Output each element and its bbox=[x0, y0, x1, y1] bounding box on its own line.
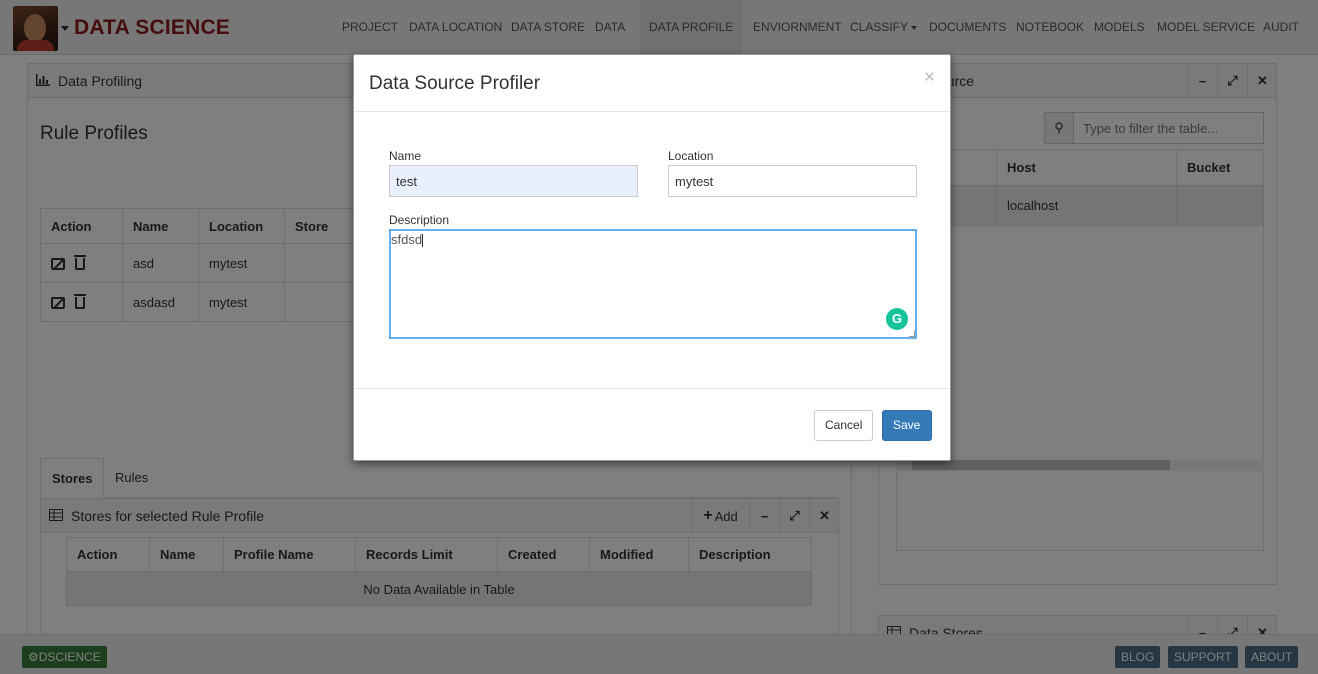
description-label: Description bbox=[389, 213, 450, 227]
modal-title: Data Source Profiler bbox=[369, 73, 541, 94]
save-button[interactable]: Save bbox=[882, 410, 932, 441]
modal-header: Data Source Profiler × bbox=[354, 55, 950, 112]
location-field[interactable] bbox=[668, 165, 917, 197]
resize-handle[interactable] bbox=[909, 331, 915, 337]
description-text: sfdsd bbox=[391, 232, 423, 247]
cancel-button[interactable]: Cancel bbox=[814, 410, 873, 441]
modal-footer: Cancel Save bbox=[354, 388, 950, 460]
close-icon[interactable]: × bbox=[924, 67, 935, 89]
data-source-profiler-modal: Data Source Profiler × Name Location Des… bbox=[353, 54, 951, 461]
name-field[interactable] bbox=[389, 165, 638, 197]
text-caret bbox=[422, 234, 424, 248]
name-label: Name bbox=[389, 149, 422, 163]
grammarly-icon[interactable]: G bbox=[886, 308, 908, 330]
location-label: Location bbox=[668, 149, 714, 163]
description-field[interactable]: sfdsd G bbox=[389, 229, 917, 339]
